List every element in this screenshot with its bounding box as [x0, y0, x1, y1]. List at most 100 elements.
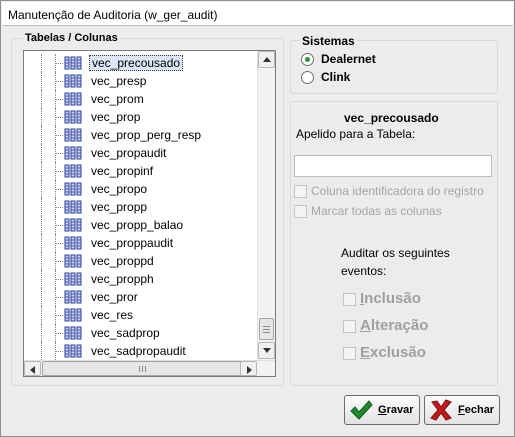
- radio-selected-dot: [305, 57, 310, 62]
- tree-connector: [55, 297, 63, 298]
- tree-item[interactable]: vec_prom: [24, 90, 257, 108]
- tree-connector: [41, 306, 42, 324]
- database-table-icon: [64, 110, 82, 124]
- tree-connector: [55, 153, 63, 154]
- tree-connector: [41, 198, 42, 216]
- label-rest: nclusão: [364, 290, 421, 307]
- event-inclusao-label: Inclusão: [360, 290, 421, 307]
- close-button-label: Fechar: [458, 404, 494, 416]
- tree-item[interactable]: vec_prop: [24, 108, 257, 126]
- tree-item-label: vec_propaudit: [91, 146, 167, 160]
- tree-item[interactable]: vec_presp: [24, 72, 257, 90]
- tree-connector: [41, 108, 42, 126]
- tree-connector: [41, 324, 42, 342]
- event-alteracao-label: Alteração: [360, 317, 428, 334]
- tree-connector: [55, 63, 63, 64]
- database-table-icon: [64, 164, 82, 178]
- audit-events-label-line1: Auditar os seguintes: [341, 246, 450, 260]
- alias-input[interactable]: [294, 155, 492, 177]
- label-rest: echar: [464, 404, 495, 416]
- tree-connector: [55, 279, 63, 280]
- tree-items: vec_precousado vec_presp vec_prom vec_prop v…: [24, 51, 257, 360]
- tree-item[interactable]: vec_propp: [24, 198, 257, 216]
- database-table-icon: [64, 200, 82, 214]
- database-table-icon: [64, 146, 82, 160]
- tables-columns-group-label: Tabelas / Colunas: [23, 32, 120, 44]
- tables-tree[interactable]: vec_precousado vec_presp vec_prom vec_prop v…: [23, 50, 276, 377]
- save-button[interactable]: Gravar: [344, 395, 420, 425]
- tree-item[interactable]: vec_proppd: [24, 252, 257, 270]
- tree-connector: [55, 171, 63, 172]
- tree-item[interactable]: vec_sadpropaudit: [24, 342, 257, 360]
- grip-line: [139, 366, 140, 372]
- tree-connector: [41, 162, 42, 180]
- tree-connector: [41, 54, 42, 72]
- mnemonic: F: [458, 404, 465, 416]
- tree-connector: [41, 216, 42, 234]
- tree-item[interactable]: vec_propo: [24, 180, 257, 198]
- tree-item[interactable]: vec_res: [24, 306, 257, 324]
- checkbox-box[interactable]: [294, 185, 307, 198]
- tree-item[interactable]: vec_propp_balao: [24, 216, 257, 234]
- scroll-down-button[interactable]: [258, 342, 275, 359]
- checkmark-icon: [350, 400, 373, 420]
- identifier-column-label: Coluna identificadora do registro: [311, 184, 484, 198]
- database-table-icon: [64, 326, 82, 340]
- tree-item-label: vec_sadpropaudit: [91, 344, 186, 358]
- tree-connector: [41, 126, 42, 144]
- event-exclusao-label: Exclusão: [360, 344, 426, 361]
- tree-item-label: vec_propo: [91, 182, 148, 196]
- database-table-icon: [64, 272, 82, 286]
- checkbox-box[interactable]: [294, 205, 307, 218]
- tree-connector: [55, 333, 63, 334]
- tree-item-label: vec_prom: [91, 92, 144, 106]
- alias-label: Apelido para a Tabela:: [296, 127, 416, 141]
- tree-connector: [55, 225, 63, 226]
- sistemas-group: [290, 40, 498, 94]
- tree-vertical-scrollbar[interactable]: [257, 51, 275, 360]
- tree-horizontal-scrollbar[interactable]: [24, 360, 275, 376]
- tree-item[interactable]: vec_propinf: [24, 162, 257, 180]
- checkbox-box[interactable]: [343, 347, 356, 360]
- tree-item[interactable]: vec_propph: [24, 270, 257, 288]
- grip-line: [145, 366, 146, 372]
- tree-connector: [41, 270, 42, 288]
- checkbox-box[interactable]: [343, 320, 356, 333]
- database-table-icon: [64, 236, 82, 250]
- grip-line: [263, 329, 270, 330]
- radio-button[interactable]: [301, 71, 314, 84]
- label-rest: lteração: [370, 317, 429, 334]
- database-table-icon: [64, 182, 82, 196]
- tree-connector: [41, 234, 42, 252]
- tree-item-label: vec_propp: [91, 200, 148, 214]
- horizontal-scroll-thumb[interactable]: [42, 361, 242, 376]
- radio-button[interactable]: [301, 53, 314, 66]
- tree-item[interactable]: vec_propaudit: [24, 144, 257, 162]
- tree-connector: [55, 117, 63, 118]
- vertical-scroll-thumb[interactable]: [259, 318, 274, 340]
- tree-item[interactable]: vec_sadprop: [24, 324, 257, 342]
- tree-connector: [55, 261, 63, 262]
- mnemonic: G: [378, 404, 387, 416]
- radio-clink-label: Clink: [321, 70, 351, 84]
- chevron-right-icon: [247, 366, 252, 374]
- scroll-right-button[interactable]: [240, 361, 257, 376]
- database-table-icon: [64, 254, 82, 268]
- tree-item[interactable]: vec_prop_perg_resp: [24, 126, 257, 144]
- scroll-up-button[interactable]: [258, 51, 275, 68]
- tree-item[interactable]: vec_precousado: [24, 54, 257, 72]
- tree-item[interactable]: vec_proppaudit: [24, 234, 257, 252]
- tree-item-label: vec_sadprop: [91, 326, 160, 340]
- radio-dealernet-label: Dealernet: [321, 52, 376, 66]
- sistemas-group-label: Sistemas: [300, 34, 357, 48]
- database-table-icon: [64, 128, 82, 142]
- tree-item[interactable]: vec_pror: [24, 288, 257, 306]
- tree-connector: [55, 81, 63, 82]
- scroll-left-button[interactable]: [24, 361, 41, 376]
- close-button[interactable]: Fechar: [424, 395, 500, 425]
- checkbox-box[interactable]: [343, 293, 356, 306]
- database-table-icon: [64, 290, 82, 304]
- database-table-icon: [64, 92, 82, 106]
- tree-connector: [41, 90, 42, 108]
- mnemonic: E: [360, 344, 371, 361]
